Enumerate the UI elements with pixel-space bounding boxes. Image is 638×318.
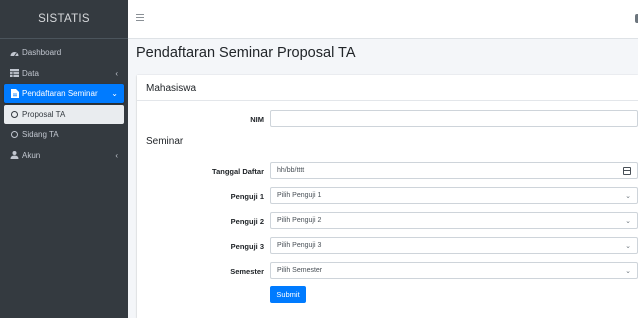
circle-icon — [10, 131, 19, 139]
penguji-3-label: Penguji 3 — [230, 242, 264, 251]
nim-field[interactable] — [270, 110, 638, 127]
chevron-left-icon: ‹ — [115, 68, 118, 78]
sidebar-item-label: Dashboard — [22, 48, 62, 57]
penguji-3-selected: Pilih Penguji 3 — [277, 242, 322, 249]
penguji-2-selected: Pilih Penguji 2 — [277, 217, 322, 224]
circle-icon — [10, 110, 19, 118]
sidebar-item-label: Data — [22, 68, 39, 78]
section-title-mahasiswa: Mahasiswa — [146, 83, 197, 94]
section-title-seminar: Seminar — [146, 136, 184, 147]
semester-select[interactable]: Pilih Semester ⌄ — [270, 262, 638, 279]
semester-selected: Pilih Semester — [277, 267, 323, 274]
sidebar-item-akun[interactable]: Akun ‹ — [4, 146, 124, 165]
chevron-down-icon: ⌄ — [625, 192, 631, 200]
calendar-icon[interactable] — [623, 167, 631, 175]
penguji-1-selected: Pilih Penguji 1 — [277, 192, 322, 199]
penguji-1-label: Penguji 1 — [230, 192, 264, 201]
penguji-2-select[interactable]: Pilih Penguji 2 ⌄ — [270, 212, 638, 229]
table-icon — [10, 69, 19, 77]
chevron-left-icon: ‹ — [115, 150, 118, 160]
semester-label: Semester — [230, 267, 264, 276]
user-icon — [10, 151, 19, 159]
page-title: Pendaftaran Seminar Proposal TA — [136, 45, 356, 61]
brand-logo[interactable]: SISTATIS — [0, 0, 128, 39]
nim-label: NIM — [250, 115, 264, 124]
sidebar: SISTATIS Dashboard Data ‹ Pendaftaran Se… — [0, 0, 128, 318]
penguji-2-label: Penguji 2 — [230, 217, 264, 226]
sidebar-item-label: Akun — [22, 150, 41, 160]
form-card: Mahasiswa NIM Seminar Tanggal Daftar hh/… — [137, 75, 638, 318]
divider — [137, 100, 638, 101]
sidebar-item-dashboard[interactable]: Dashboard — [4, 43, 124, 62]
sidebar-item-label: Pendaftaran Seminar — [22, 89, 98, 98]
sidebar-item-pendaftaran-seminar[interactable]: Pendaftaran Seminar ⌄ — [4, 84, 124, 103]
chevron-down-icon: ⌄ — [111, 89, 118, 98]
penguji-1-select[interactable]: Pilih Penguji 1 ⌄ — [270, 187, 638, 204]
tanggal-daftar-placeholder: hh/bb/tttt — [277, 167, 305, 174]
chevron-down-icon: ⌄ — [625, 267, 631, 275]
chevron-down-icon: ⌄ — [625, 242, 631, 250]
submit-button[interactable]: Submit — [270, 286, 306, 303]
sidebar-item-sidang-ta[interactable]: Sidang TA — [4, 125, 124, 144]
sidebar-item-data[interactable]: Data ‹ — [4, 64, 124, 83]
sidebar-item-label: Proposal TA — [22, 109, 66, 119]
dashboard-icon — [10, 49, 19, 57]
tanggal-daftar-label: Tanggal Daftar — [212, 167, 264, 176]
sidebar-nav: Dashboard Data ‹ Pendaftaran Seminar ⌄ P… — [0, 39, 128, 165]
sidebar-item-proposal-ta[interactable]: Proposal TA — [4, 104, 124, 124]
penguji-3-select[interactable]: Pilih Penguji 3 ⌄ — [270, 237, 638, 254]
menu-toggle-icon[interactable] — [136, 14, 144, 21]
sidebar-item-label: Sidang TA — [22, 130, 59, 139]
chevron-down-icon: ⌄ — [625, 217, 631, 225]
top-navbar — [128, 0, 638, 39]
tanggal-daftar-field[interactable]: hh/bb/tttt — [270, 162, 638, 179]
document-icon — [10, 89, 19, 98]
